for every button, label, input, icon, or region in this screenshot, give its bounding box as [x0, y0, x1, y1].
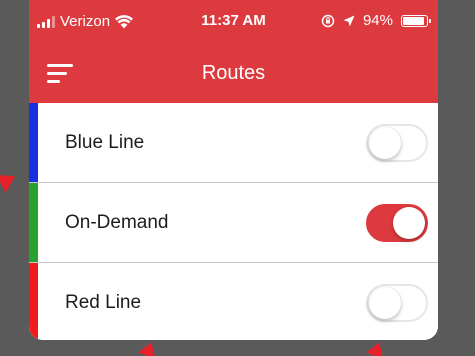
nav-bar: Routes — [29, 40, 438, 103]
screenshot-frame: Verizon 11:37 AM 94% Routes Blue Line On… — [0, 0, 475, 356]
route-row-red-line: Red Line — [29, 263, 438, 340]
phone-screen: Verizon 11:37 AM 94% Routes Blue Line On… — [29, 0, 438, 340]
battery-percent: 94% — [362, 12, 393, 29]
route-color-stripe — [29, 263, 38, 340]
page-title: Routes — [201, 62, 266, 84]
orientation-lock-icon — [321, 14, 335, 27]
route-label: On-Demand — [65, 212, 169, 233]
toggle-knob — [369, 287, 401, 319]
routes-list: Blue Line On-Demand Red Line — [29, 103, 438, 340]
status-right: 94% — [321, 12, 431, 29]
route-label: Red Line — [65, 292, 142, 313]
route-toggle-on-demand[interactable] — [366, 204, 428, 242]
route-row-blue-line: Blue Line — [29, 103, 438, 183]
route-label: Blue Line — [65, 132, 145, 153]
annotation-arrow-bottom-right — [366, 339, 388, 356]
location-arrow-icon — [343, 15, 355, 26]
route-color-stripe — [29, 183, 38, 262]
annotation-arrow-left — [0, 167, 20, 193]
route-color-stripe — [29, 103, 38, 182]
route-toggle-red-line[interactable] — [366, 284, 428, 322]
toggle-knob — [369, 127, 401, 159]
annotation-arrow-bottom-left — [138, 339, 160, 356]
route-row-on-demand: On-Demand — [29, 183, 438, 263]
status-bar: Verizon 11:37 AM 94% — [29, 0, 438, 40]
route-toggle-blue-line[interactable] — [366, 124, 428, 162]
battery-icon — [401, 14, 431, 27]
battery-fill — [403, 16, 424, 25]
toggle-knob — [393, 207, 425, 239]
